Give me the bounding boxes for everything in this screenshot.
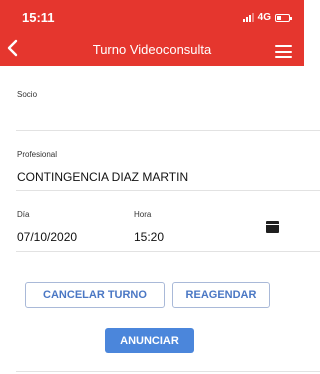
- status-indicators: 4G: [242, 12, 292, 23]
- socio-label: Socio: [17, 90, 38, 99]
- hora-value: 15:20: [134, 230, 165, 244]
- page-title: Turno Videoconsulta: [92, 42, 212, 57]
- reagendar-button[interactable]: REAGENDAR: [172, 282, 270, 308]
- divider: [16, 251, 320, 252]
- app-header: 15:11 4G Turno Videoconsulta: [0, 0, 304, 66]
- dia-value: 07/10/2020: [17, 230, 78, 244]
- divider: [16, 130, 320, 131]
- network-type: 4G: [257, 12, 271, 23]
- anunciar-button[interactable]: ANUNCIAR: [105, 328, 194, 353]
- menu-icon[interactable]: [275, 45, 292, 58]
- dia-label: Día: [17, 210, 30, 219]
- battery-icon: [275, 13, 292, 22]
- hora-label: Hora: [134, 210, 152, 219]
- signal-icon: [242, 13, 254, 22]
- profesional-value: CONTINGENCIA DIAZ MARTIN: [17, 170, 189, 184]
- divider: [16, 190, 320, 191]
- profesional-label: Profesional: [17, 150, 58, 159]
- status-time: 15:11: [22, 10, 55, 25]
- cancel-turno-button[interactable]: CANCELAR TURNO: [25, 282, 165, 308]
- divider: [16, 371, 320, 372]
- calendar-icon[interactable]: [266, 221, 279, 233]
